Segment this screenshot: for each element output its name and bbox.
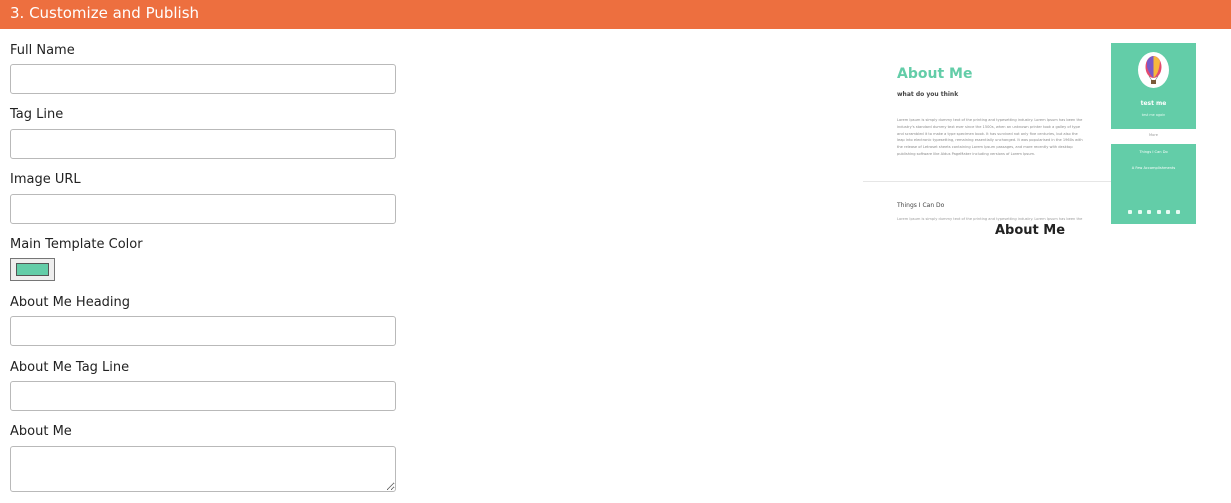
facebook-icon xyxy=(1147,210,1152,214)
image-url-label: Image URL xyxy=(10,172,81,187)
about-me-heading-input[interactable] xyxy=(10,316,396,346)
preview-avatar xyxy=(1138,52,1169,88)
twitter-icon xyxy=(1137,210,1142,214)
preview-heading: About Me xyxy=(897,66,973,82)
full-name-input[interactable] xyxy=(10,64,396,94)
about-me-tag-line-input[interactable] xyxy=(10,381,396,411)
full-name-label: Full Name xyxy=(10,43,75,58)
github-icon xyxy=(1175,210,1180,214)
preview-section-body: Lorem Ipsum is simply dummy text of the … xyxy=(897,217,1083,221)
preview-more-link: More xyxy=(1149,133,1158,137)
image-url-input[interactable] xyxy=(10,194,396,224)
linkedin-icon xyxy=(1156,210,1161,214)
preview-social-icons xyxy=(1128,210,1180,214)
email-icon xyxy=(1128,210,1132,214)
about-me-textarea[interactable] xyxy=(10,446,396,492)
section-header: 3. Customize and Publish xyxy=(0,0,1231,29)
instagram-icon xyxy=(1166,210,1171,214)
tag-line-label: Tag Line xyxy=(10,107,64,122)
about-me-label: About Me xyxy=(10,424,72,439)
template-preview: About Me what do you think Lorem Ipsum i… xyxy=(863,43,1196,224)
preview-section-title: Things I Can Do xyxy=(897,202,945,209)
preview-sidebar-item-accomplishments: A Few Accomplishments xyxy=(1131,166,1176,170)
about-me-tag-line-label: About Me Tag Line xyxy=(10,360,130,375)
preview-body-text: Lorem Ipsum is simply dummy text of the … xyxy=(897,118,1083,156)
preview-sidebar-subtitle: test me again xyxy=(1141,113,1166,117)
preview-divider xyxy=(863,181,1111,182)
section-title: 3. Customize and Publish xyxy=(10,4,200,22)
main-template-color-picker[interactable] xyxy=(10,258,55,281)
preview-sidebar-name: test me xyxy=(1140,100,1167,107)
hot-air-balloon-icon xyxy=(1145,56,1162,84)
main-template-color-label: Main Template Color xyxy=(10,237,143,252)
preview-tagline: what do you think xyxy=(897,91,959,98)
preview-sidebar: test me test me again More Things I Can … xyxy=(1111,43,1196,224)
color-swatch xyxy=(16,263,49,276)
about-me-heading-label: About Me Heading xyxy=(10,295,131,310)
tag-line-input[interactable] xyxy=(10,129,396,159)
preview-sidebar-item-things: Things I Can Do xyxy=(1139,150,1168,154)
preview-caption: About Me xyxy=(995,223,1066,238)
